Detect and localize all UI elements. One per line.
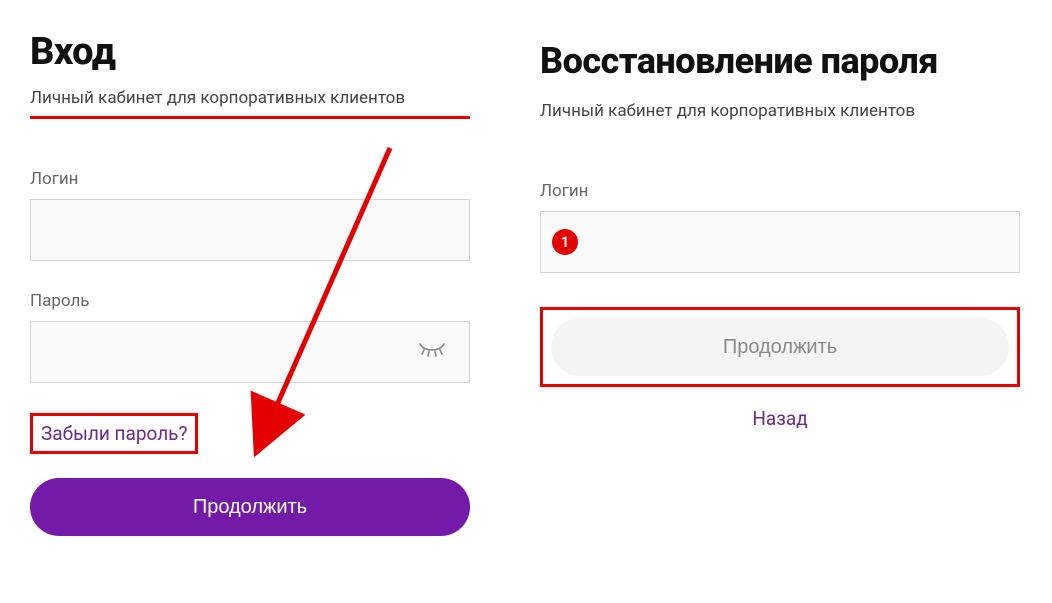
login-subtitle: Личный кабинет для корпоративных клиенто… (30, 88, 470, 119)
forgot-password-link[interactable]: Забыли пароль? (30, 413, 198, 454)
recover-username-wrap: 1 (540, 211, 1020, 273)
back-link[interactable]: Назад (540, 407, 1020, 430)
eye-closed-icon[interactable] (418, 342, 446, 362)
annotation-highlight-box: Продолжить (540, 307, 1020, 387)
recover-username-label: Логин (540, 181, 1020, 201)
recover-subtitle: Личный кабинет для корпоративных клиенто… (540, 101, 1020, 121)
login-username-wrap (30, 199, 470, 261)
recover-title: Восстановление пароля (540, 40, 1020, 83)
login-continue-button[interactable]: Продолжить (30, 478, 470, 536)
login-password-input[interactable] (30, 321, 470, 383)
login-password-label: Пароль (30, 291, 470, 311)
login-panel: Вход Личный кабинет для корпоративных кл… (30, 30, 470, 603)
login-title: Вход (30, 30, 470, 74)
login-username-input[interactable] (30, 199, 470, 261)
recover-username-input[interactable] (540, 211, 1020, 273)
login-username-label: Логин (30, 169, 470, 189)
recover-panel: Восстановление пароля Личный кабинет для… (540, 30, 1020, 603)
login-password-wrap (30, 321, 470, 383)
recover-continue-button[interactable]: Продолжить (551, 318, 1009, 376)
annotation-step-badge: 1 (552, 229, 578, 255)
